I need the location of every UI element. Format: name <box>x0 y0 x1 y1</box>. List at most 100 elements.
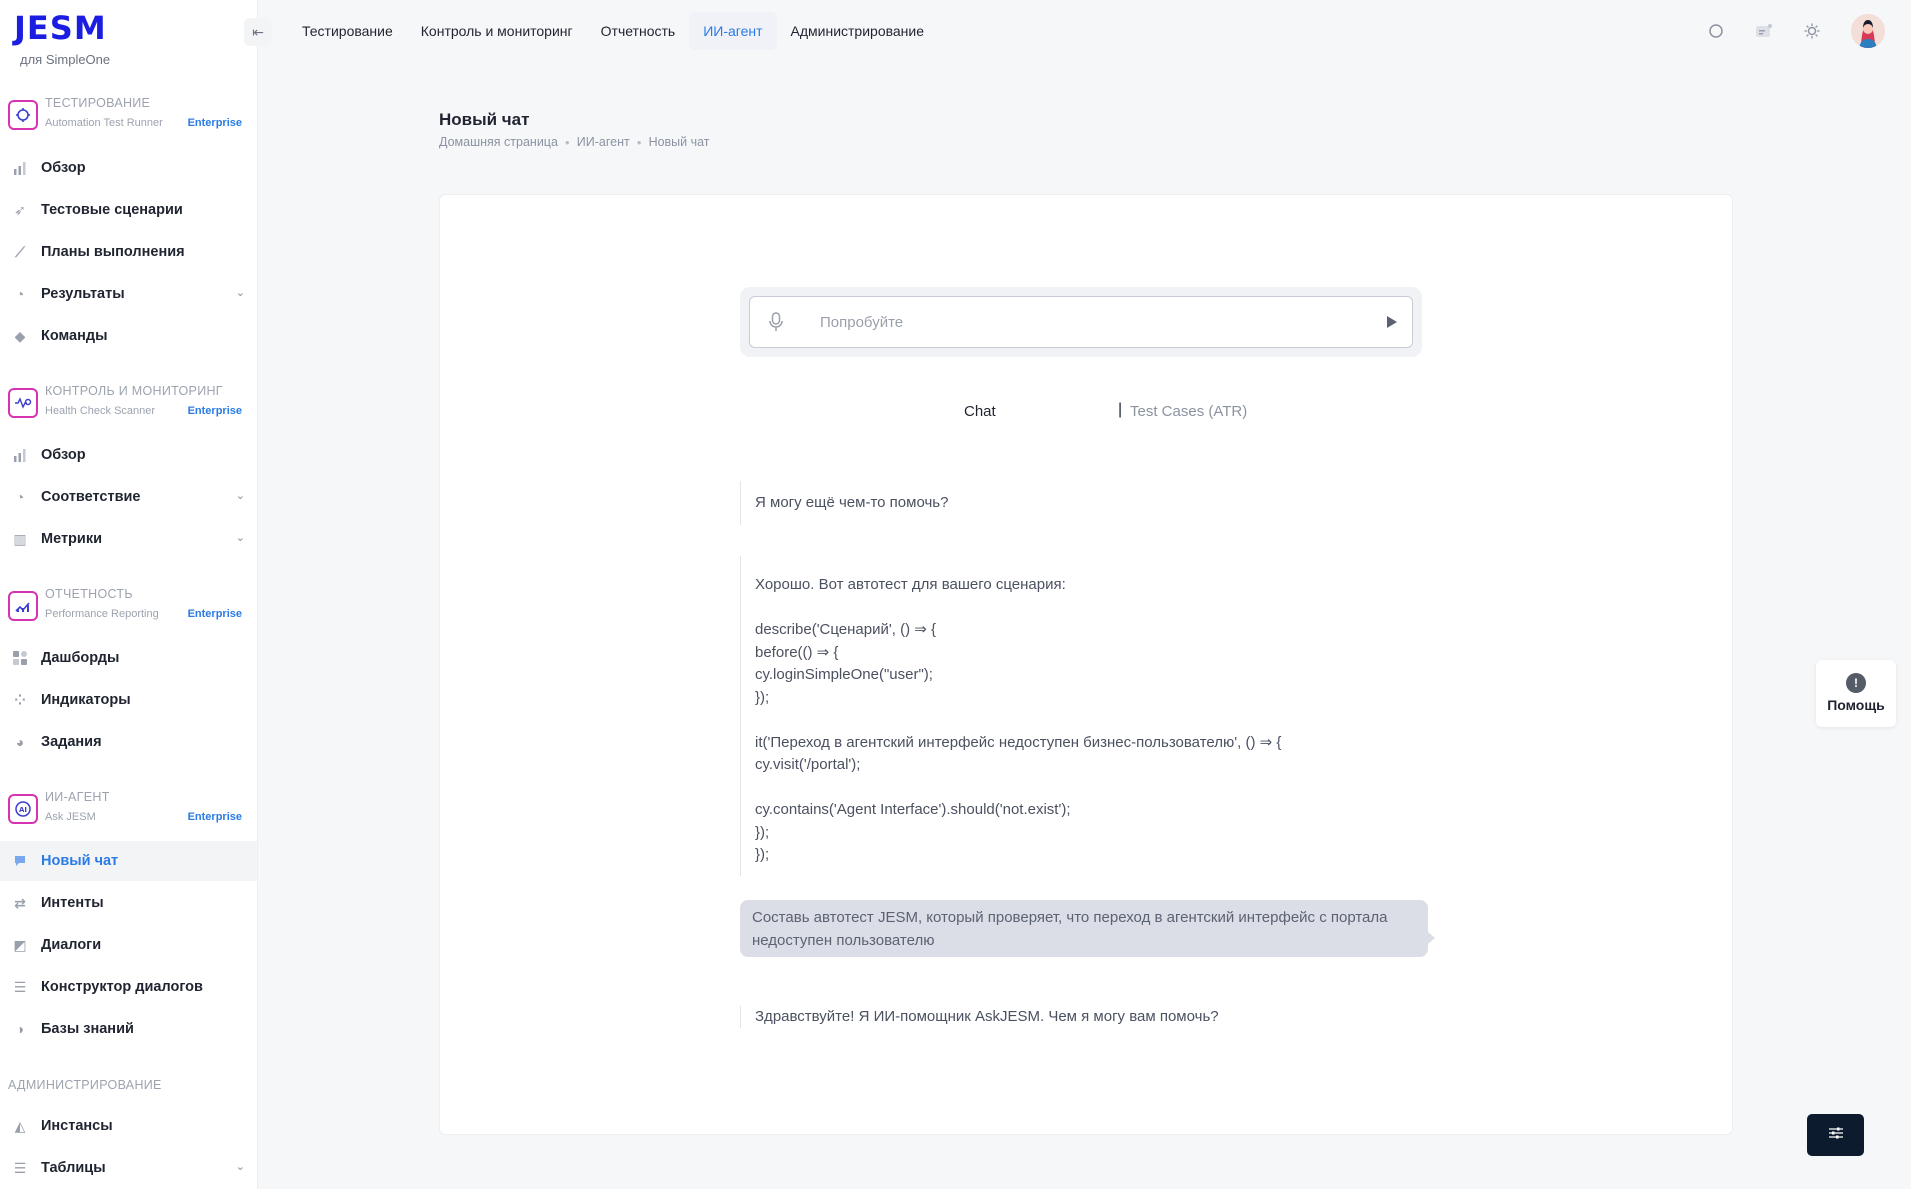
sidebar-item-label: Команды <box>41 328 108 344</box>
code-line: cy.loginSimpleOne("user"); <box>755 666 933 683</box>
sidebar-item-instances[interactable]: ◭ Инстансы <box>0 1106 257 1146</box>
sidebar-item-label: Метрики <box>41 531 102 547</box>
chat-input-box[interactable] <box>749 296 1413 348</box>
enterprise-badge: Enterprise <box>187 405 242 417</box>
help-widget[interactable]: ! Помощь <box>1816 660 1896 727</box>
breadcrumb-current: Новый чат <box>648 135 710 149</box>
ai-app-icon: AI <box>8 794 38 824</box>
chevron-down-icon[interactable]: ⌄ <box>236 531 245 544</box>
tab-testing[interactable]: Тестирование <box>288 12 407 50</box>
metrics-icon: ▥ <box>13 530 27 547</box>
tab-administration[interactable]: Администрирование <box>777 12 939 50</box>
enterprise-badge: Enterprise <box>187 608 242 620</box>
tab-ai-agent[interactable]: ИИ-агент <box>689 12 777 50</box>
sidebar-item-metrics[interactable]: ▥ Метрики ⌄ <box>0 519 257 559</box>
collapse-sidebar-button[interactable]: ⇤ <box>244 18 272 46</box>
tab-chat[interactable]: Chat <box>964 403 996 420</box>
sidebar-item-tasks[interactable]: ◕ Задания <box>0 722 257 762</box>
reporting-app-icon <box>8 591 38 621</box>
breadcrumb-separator-icon: ● <box>636 137 642 147</box>
sidebar-item-intents[interactable]: ⇄ Интенты <box>0 883 257 923</box>
sidebar-item-label: Интенты <box>41 895 104 911</box>
sidebar-item-indicators[interactable]: ⁘ Индикаторы <box>0 680 257 720</box>
list-icon: ☰ <box>13 978 27 995</box>
chat-card: Chat | Test Cases (ATR) Я могу ещё чем-т… <box>439 194 1733 1135</box>
arrows-icon: ⇄ <box>14 894 26 911</box>
top-navigation: Тестирование Контроль и мониторинг Отчет… <box>288 12 938 50</box>
sidebar-item-monitoring-overview[interactable]: Обзор <box>0 435 257 475</box>
svg-text:AI: AI <box>19 806 27 814</box>
assistant-message: Я могу ещё чем-то помочь? <box>740 481 1422 525</box>
sidebar-item-label: Инстансы <box>41 1118 113 1134</box>
sidebar-item-test-scenarios[interactable]: ➶ Тестовые сценарии <box>0 190 257 230</box>
sidebar-item-commands[interactable]: ◆ Команды <box>0 316 257 356</box>
chat-icon <box>12 853 28 869</box>
tasks-icon: ◕ <box>15 734 25 750</box>
admin-section-title: АДМИНИСТРИРОВАНИЕ <box>8 1078 162 1092</box>
results-icon: ◔ <box>15 286 25 302</box>
sidebar-item-label: Новый чат <box>41 853 119 869</box>
brush-icon: ⟋ <box>15 243 25 260</box>
layers-icon: ◆ <box>14 327 26 344</box>
sidebar-item-new-chat[interactable]: Новый чат <box>0 841 257 881</box>
section-title: ОТЧЕТНОСТЬ <box>45 587 133 601</box>
sidebar-item-compliance[interactable]: ◔ Соответствие ⌄ <box>0 477 257 517</box>
sidebar-item-label: Соответствие <box>41 489 141 505</box>
sidebar-item-tables[interactable]: ☰ Таблицы ⌄ <box>0 1148 257 1188</box>
tab-monitoring[interactable]: Контроль и мониторинг <box>407 12 587 50</box>
sidebar-item-dialogs[interactable]: ◩ Диалоги <box>0 925 257 965</box>
chart-bars-icon <box>12 447 28 463</box>
breadcrumb-ai-agent[interactable]: ИИ-агент <box>577 135 630 149</box>
section-subtitle: Performance Reporting <box>45 608 159 620</box>
logo[interactable]: JESM <box>14 12 107 44</box>
page-title: Новый чат <box>439 110 530 129</box>
alert-icon: ! <box>1846 673 1866 693</box>
chevron-down-icon[interactable]: ⌄ <box>236 489 245 502</box>
breadcrumb-home[interactable]: Домашняя страница <box>439 135 558 149</box>
sidebar-item-label: Дашборды <box>41 650 120 666</box>
code-line: cy.visit('/portal'); <box>755 756 861 773</box>
section-testing[interactable]: ТЕСТИРОВАНИЕ Automation Test Runner Ente… <box>8 92 250 138</box>
sidebar-item-dialog-builder[interactable]: ☰ Конструктор диалогов <box>0 967 257 1007</box>
tab-reporting[interactable]: Отчетность <box>587 12 690 50</box>
sliders-icon <box>1828 1126 1844 1145</box>
theme-toggle-icon[interactable] <box>1803 22 1821 40</box>
help-label: Помощь <box>1827 697 1885 713</box>
search-icon[interactable] <box>1707 22 1725 40</box>
message-text: Здравствуйте! Я ИИ-помощник AskJESM. Чем… <box>755 1008 1219 1025</box>
monitoring-app-icon <box>8 388 38 418</box>
section-title: ИИ-АГЕНТ <box>45 790 110 804</box>
sidebar-item-knowledge-bases[interactable]: ◑ Базы знаний <box>0 1009 257 1049</box>
microphone-icon[interactable] <box>768 312 784 337</box>
sidebar-item-label: Индикаторы <box>41 692 131 708</box>
message-text: Хорошо. Вот автотест для вашего сценария… <box>755 576 1066 593</box>
breadcrumb: Домашняя страница ● ИИ-агент ● Новый чат <box>439 135 710 149</box>
chat-input-container <box>740 287 1422 357</box>
sidebar-item-overview[interactable]: Обзор <box>0 148 257 188</box>
sidebar-item-label: Обзор <box>41 160 86 176</box>
user-message: Составь автотест JESM, который проверяет… <box>740 900 1435 957</box>
sidebar-item-results[interactable]: ◔ Результаты ⌄ <box>0 274 257 314</box>
code-line: }); <box>755 688 770 706</box>
tab-test-cases[interactable]: Test Cases (ATR) <box>1130 403 1247 420</box>
section-monitoring[interactable]: КОНТРОЛЬ И МОНИТОРИНГ Health Check Scann… <box>8 380 250 426</box>
sidebar-item-execution-plans[interactable]: ⟋ Планы выполнения <box>0 232 257 272</box>
section-reporting[interactable]: ОТЧЕТНОСТЬ Performance Reporting Enterpr… <box>8 583 250 629</box>
enterprise-badge: Enterprise <box>187 811 242 823</box>
settings-button[interactable] <box>1807 1114 1864 1156</box>
chevron-down-icon[interactable]: ⌄ <box>236 1160 245 1173</box>
notifications-icon[interactable] <box>1755 22 1773 40</box>
section-title: ТЕСТИРОВАНИЕ <box>45 96 151 110</box>
compliance-icon: ◔ <box>15 489 25 505</box>
chevron-down-icon[interactable]: ⌄ <box>236 286 245 299</box>
sidebar-item-label: Обзор <box>41 447 86 463</box>
sidebar-item-dashboards[interactable]: Дашборды <box>0 638 257 678</box>
chat-input[interactable] <box>820 310 1360 334</box>
send-icon[interactable] <box>1386 315 1398 332</box>
instances-icon: ◭ <box>14 1117 26 1134</box>
avatar[interactable] <box>1851 14 1885 48</box>
sidebar-item-label: Базы знаний <box>41 1021 134 1037</box>
section-ai-agent[interactable]: AI ИИ-АГЕНТ Ask JESM Enterprise <box>8 786 250 832</box>
